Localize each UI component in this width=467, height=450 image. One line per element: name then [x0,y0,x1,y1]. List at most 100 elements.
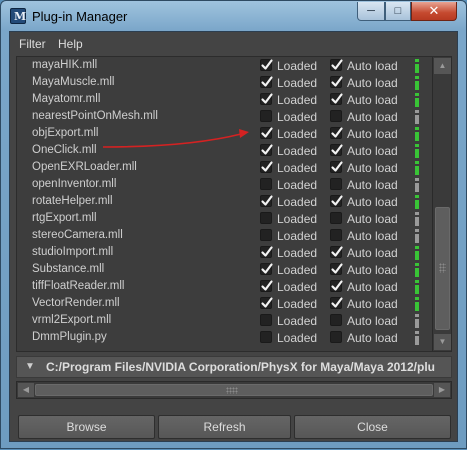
info-icon[interactable] [412,194,422,210]
menu-help[interactable]: Help [58,37,83,51]
plugin-name: rotateHelper.mll [32,195,113,207]
loaded-checkbox[interactable] [260,229,272,241]
info-icon[interactable] [412,109,422,125]
auto-load-checkbox[interactable] [330,110,342,122]
loaded-checkbox[interactable] [260,246,273,258]
plugin-name: openInventor.mll [32,178,117,190]
plugin-path-section[interactable]: ▼ C:/Program Files/NVIDIA Corporation/Ph… [16,356,452,378]
plugin-row: mayaHIK.mll Loaded Auto load [17,58,431,75]
menu-filter[interactable]: Filter [19,37,46,51]
loaded-checkbox[interactable] [260,195,273,207]
auto-load-label: Auto load [347,76,398,90]
loaded-checkbox[interactable] [260,297,273,309]
auto-load-checkbox[interactable] [330,76,343,88]
auto-load-checkbox[interactable] [330,246,343,258]
info-icon[interactable] [412,92,422,108]
auto-load-checkbox[interactable] [330,144,343,156]
info-icon[interactable] [412,313,422,329]
auto-load-checkbox[interactable] [330,331,342,343]
plugin-name: Mayatomr.mll [32,93,101,105]
info-icon[interactable] [412,279,422,295]
auto-load-checkbox[interactable] [330,195,343,207]
scroll-up-icon[interactable]: ▲ [434,58,451,74]
info-icon[interactable] [412,245,422,261]
loaded-checkbox[interactable] [260,144,273,156]
plugin-name: rtgExport.mll [32,212,97,224]
title-bar[interactable]: M Plug-in Manager ─ □ ✕ [1,1,466,31]
auto-load-checkbox[interactable] [330,297,343,309]
info-icon[interactable] [412,75,422,91]
refresh-button[interactable]: Refresh [158,415,291,439]
auto-load-label: Auto load [347,263,398,277]
plugin-row: rotateHelper.mll Loaded Auto load [17,194,431,211]
auto-load-checkbox[interactable] [330,127,343,139]
close-window-button[interactable]: ✕ [411,2,457,21]
plugin-row: vrml2Export.mll Loaded Auto load [17,313,431,330]
loaded-checkbox[interactable] [260,110,272,122]
info-icon[interactable] [412,58,422,74]
plugin-row: Mayatomr.mll Loaded Auto load [17,92,431,109]
auto-load-label: Auto load [347,110,398,124]
info-icon[interactable] [412,126,422,142]
auto-load-checkbox[interactable] [330,229,342,241]
auto-load-checkbox[interactable] [330,263,343,275]
scroll-down-icon[interactable]: ▼ [434,334,451,350]
auto-load-checkbox[interactable] [330,280,343,292]
auto-load-checkbox[interactable] [330,314,342,326]
auto-load-label: Auto load [347,127,398,141]
info-icon[interactable] [412,296,422,312]
plugin-name: mayaHIK.mll [32,59,98,71]
auto-load-checkbox[interactable] [330,212,342,224]
plugin-row: tiffFloatReader.mll Loaded Auto load [17,279,431,296]
scroll-left-icon[interactable]: ◀ [18,383,34,397]
plugin-name: OpenEXRLoader.mll [32,161,137,173]
info-icon[interactable] [412,143,422,159]
plugin-row: VectorRender.mll Loaded Auto load [17,296,431,313]
close-button[interactable]: Close [294,415,451,439]
info-icon[interactable] [412,211,422,227]
collapse-arrow-icon[interactable]: ▼ [25,361,35,372]
menu-bar: Filter Help [10,32,457,56]
horizontal-scroll-thumb[interactable] [35,384,433,396]
auto-load-checkbox[interactable] [330,178,342,190]
maximize-icon: □ [394,5,402,17]
loaded-checkbox[interactable] [260,161,273,173]
loaded-checkbox[interactable] [260,331,272,343]
browse-button[interactable]: Browse [18,415,155,439]
vertical-scrollbar[interactable]: ▲ ▼ [432,57,451,351]
vertical-scroll-thumb[interactable] [435,207,450,330]
maximize-button[interactable]: □ [385,2,411,21]
plugin-row: Substance.mll Loaded Auto load [17,262,431,279]
loaded-checkbox[interactable] [260,59,273,71]
loaded-checkbox[interactable] [260,93,273,105]
scroll-right-icon[interactable]: ▶ [434,383,450,397]
info-icon[interactable] [412,160,422,176]
loaded-checkbox[interactable] [260,280,273,292]
horizontal-scrollbar[interactable]: ◀ ▶ [16,381,452,399]
plugin-row: OneClick.mll Loaded Auto load [17,143,431,160]
loaded-checkbox[interactable] [260,212,272,224]
loaded-checkbox[interactable] [260,178,272,190]
minimize-button[interactable]: ─ [357,2,385,21]
auto-load-checkbox[interactable] [330,59,343,71]
plugin-name: tiffFloatReader.mll [32,280,125,292]
loaded-checkbox[interactable] [260,263,273,275]
loaded-label: Loaded [277,59,318,73]
plugin-name: DmmPlugin.py [32,331,107,343]
loaded-label: Loaded [277,331,318,345]
loaded-checkbox[interactable] [260,127,273,139]
auto-load-checkbox[interactable] [330,93,343,105]
info-icon[interactable] [412,330,422,346]
info-icon[interactable] [412,177,422,193]
auto-load-label: Auto load [347,195,398,209]
info-icon[interactable] [412,262,422,278]
auto-load-label: Auto load [347,59,398,73]
auto-load-checkbox[interactable] [330,161,343,173]
loaded-label: Loaded [277,263,318,277]
plugin-name: VectorRender.mll [32,297,120,309]
loaded-checkbox[interactable] [260,76,273,88]
info-icon[interactable] [412,228,422,244]
minimize-icon: ─ [367,5,375,17]
loaded-checkbox[interactable] [260,314,272,326]
grip-icon [226,387,238,394]
